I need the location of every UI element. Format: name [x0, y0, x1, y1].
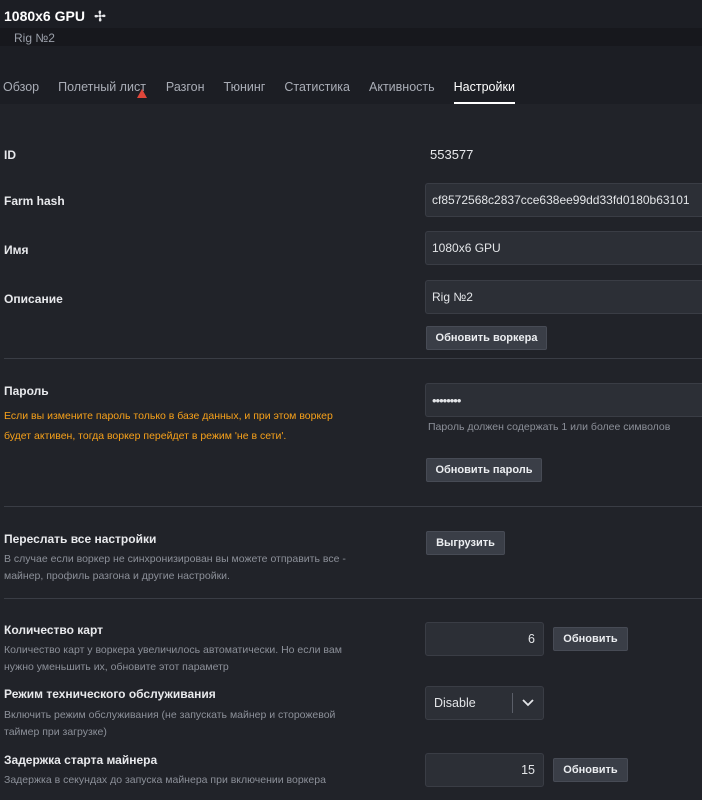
name-input[interactable]: 1080x6 GPU [425, 231, 702, 265]
password-warning-line2: будет активен, тогда воркер перейдет в р… [4, 430, 287, 442]
tab-overclocking[interactable]: Разгон [166, 70, 205, 104]
title-row: 1080x6 GPU [4, 8, 107, 24]
password-warning-line1: Если вы измените пароль только в базе да… [4, 410, 333, 422]
description-label: Описание [4, 292, 63, 306]
fan-icon [94, 10, 106, 22]
tab-activity[interactable]: Активность [369, 70, 435, 104]
divider [4, 506, 702, 507]
maintenance-mode-select[interactable]: Disable [425, 686, 544, 720]
gpu-count-label: Количество карт [4, 623, 103, 637]
miner-delay-input[interactable]: 15 [425, 753, 544, 787]
tab-statistics[interactable]: Статистика [284, 70, 350, 104]
tab-tuning[interactable]: Тюнинг [224, 70, 266, 104]
id-label: ID [4, 148, 16, 162]
chevron-down-icon[interactable] [513, 686, 543, 720]
warning-icon [137, 89, 147, 98]
miner-delay-hint: Задержка в секундах до запуска майнера п… [4, 774, 326, 786]
farm-hash-label: Farm hash [4, 194, 65, 208]
maintenance-label: Режим технического обслуживания [4, 687, 216, 701]
gpu-count-input[interactable]: 6 [425, 622, 544, 656]
password-label: Пароль [4, 384, 49, 398]
maintenance-hint-line2: таймер при загрузке) [4, 726, 107, 738]
name-label: Имя [4, 243, 29, 257]
tab-overview[interactable]: Обзор [3, 70, 39, 104]
description-input[interactable]: Rig №2 [425, 280, 702, 314]
worker-description-strip: Rig №2 [0, 28, 702, 46]
divider [4, 358, 702, 359]
id-value: 553577 [430, 147, 474, 162]
worker-header: 1080x6 GPU Rig №2 Обзор Полетный лист Ра… [0, 0, 702, 104]
update-gpu-count-button[interactable]: Обновить [553, 627, 628, 651]
worker-title: 1080x6 GPU [4, 8, 85, 24]
farm-hash-field[interactable]: cf8572568c2837cce638ee99dd33fd0180b63101 [425, 183, 702, 217]
tab-settings[interactable]: Настройки [453, 70, 516, 104]
password-hint: Пароль должен содержать 1 или более симв… [428, 421, 671, 433]
resend-hint-line2: майнер, профиль разгона и другие настрой… [4, 570, 230, 582]
resend-settings-label: Переслать все настройки [4, 532, 157, 546]
divider [4, 598, 702, 599]
update-worker-button[interactable]: Обновить воркера [426, 326, 547, 350]
worker-description: Rig №2 [14, 31, 55, 45]
tab-bar: Обзор Полетный лист Разгон Тюнинг Статис… [0, 70, 516, 104]
tab-flight-sheet[interactable]: Полетный лист [58, 70, 146, 104]
miner-delay-label: Задержка старта майнера [4, 753, 158, 767]
maintenance-mode-value: Disable [434, 696, 476, 710]
upload-button[interactable]: Выгрузить [426, 531, 505, 555]
update-password-button[interactable]: Обновить пароль [426, 458, 542, 482]
update-miner-delay-button[interactable]: Обновить [553, 758, 628, 782]
password-input[interactable]: •••••••• [425, 383, 702, 417]
gpu-count-hint-line2: нужно уменьшить их, обновите этот параме… [4, 661, 229, 673]
